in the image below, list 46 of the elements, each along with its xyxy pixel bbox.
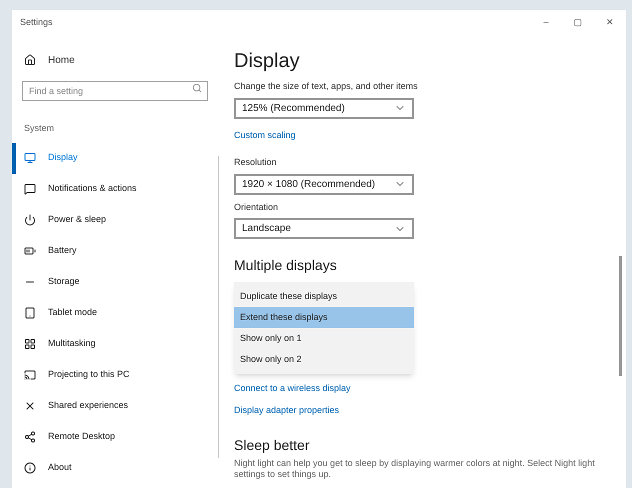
info-icon [24,462,36,474]
orientation-dropdown[interactable]: Landscape [234,218,414,239]
sidebar-item[interactable]: About [12,452,218,484]
sidebar-item[interactable]: Shared experiences [12,390,218,422]
section-title: Sleep better [234,436,310,455]
section-title: Multiple displays [234,256,338,275]
tablet-icon [24,307,36,319]
dropdown-option[interactable]: Show only on 1 [234,328,414,349]
settings-link[interactable]: Display adapter properties [234,404,619,417]
share-icon [24,431,36,443]
sidebar-item[interactable]: Remote Desktop [12,422,218,452]
sidebar-item[interactable]: Multitasking [12,328,218,360]
resolution-dropdown[interactable]: 1920 × 1080 (Recommended) [234,174,414,194]
home-icon [24,54,36,66]
search-field[interactable]: Find a setting [22,81,208,101]
description-text: Night light can help you get to sleep by displaying warmer colors at night. Select Night light settings to set things up. [234,458,596,480]
cross-icon [24,400,36,412]
sidebar-item[interactable]: Power & sleep [12,204,218,236]
window-title: Settings [20,16,53,30]
sidebar-item[interactable]: Battery [12,236,218,266]
field-label: Orientation [234,200,280,214]
grid-icon [24,338,36,350]
sidebar-item[interactable]: Storage [12,266,218,298]
section-heading: System [23,122,56,135]
dropdown-option[interactable]: Show only on 2 [234,349,414,370]
search-icon [192,83,202,93]
sidebar-item[interactable]: Notifications & actions [12,174,218,204]
page-title: Display [234,49,301,74]
sidebar-item[interactable]: Tablet mode [12,298,218,328]
power-icon [24,214,36,226]
window-control[interactable]: – [530,12,562,34]
window-control[interactable]: ✕ [594,12,626,34]
scale-dropdown[interactable]: 125% (Recommended) [234,98,414,118]
message-icon [24,183,36,195]
sidebar-item[interactable]: Projecting to this PC [12,360,218,390]
field-label: Change the size of text, apps, and other items [234,80,419,93]
home-link[interactable]: Home [12,50,218,70]
dropdown-option[interactable]: Duplicate these displays [234,286,414,307]
battery-icon [24,245,36,257]
settings-link[interactable]: Connect to a wireless display [234,382,619,396]
monitor-icon [24,152,36,164]
dropdown-option[interactable]: Extend these displays [234,307,414,328]
custom-scaling-link[interactable]: Custom scaling [234,128,619,142]
cast-icon [24,369,36,381]
window-control[interactable]: ▢ [562,12,594,34]
field-label: Resolution [234,156,278,169]
